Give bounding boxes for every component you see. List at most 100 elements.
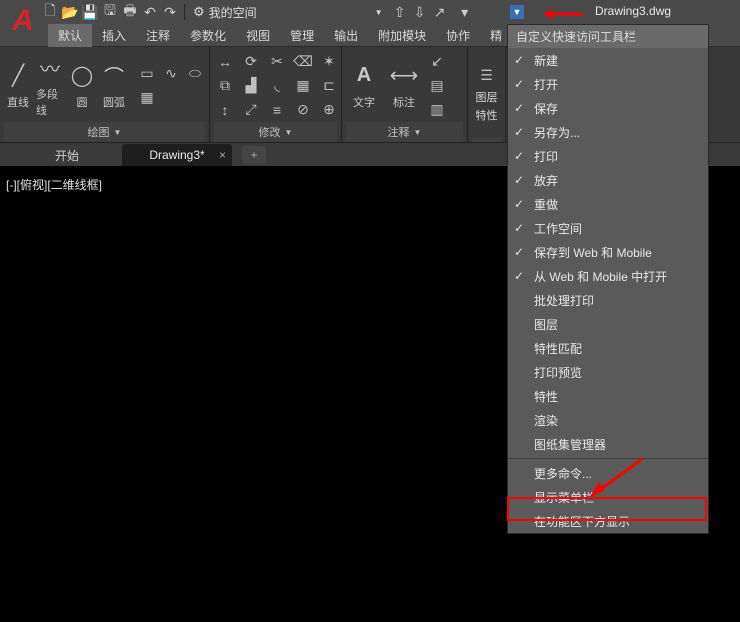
qat-customize-menu: 自定义快速访问工具栏 ✓新建✓打开✓保存✓另存为...✓打印✓放弃✓重做✓工作空… [507,24,709,534]
qat-menu-item-2[interactable]: ✓保存 [508,96,708,120]
qat-customize-button[interactable]: ▼ [510,5,524,19]
align-icon[interactable]: ≡ [266,99,288,121]
divider [184,4,185,20]
new-icon[interactable]: 🗋 [41,3,59,21]
check-icon: ✓ [514,221,524,235]
mirror-icon[interactable]: ▟ [240,75,262,97]
spline-icon[interactable]: ∿ [160,63,182,85]
qat-menu-item-7[interactable]: ✓工作空间 [508,216,708,240]
redo-icon[interactable]: ↷ [161,3,179,21]
field-icon[interactable]: ▥ [426,99,448,121]
line-label: 直线 [7,94,29,110]
qat-menu-item-6[interactable]: ✓重做 [508,192,708,216]
qat-menu-after-2[interactable]: 在功能区下方显示 [508,509,708,533]
menu-item-label: 图纸集管理器 [534,436,606,453]
trim-icon[interactable]: ✂ [266,51,288,73]
leader-icon[interactable]: ↙ [426,51,448,73]
menu-item-label: 渲染 [534,412,558,429]
qat-menu-item-15[interactable]: 渲染 [508,408,708,432]
ribbon-tab-3[interactable]: 参数化 [180,24,236,47]
qat-menu-item-11[interactable]: 图层 [508,312,708,336]
panel-annot-label[interactable]: 注释▼ [346,122,463,142]
erase-icon[interactable]: ⌫ [292,51,314,73]
save-web-icon[interactable]: ⇧ [391,3,409,21]
check-icon: ✓ [514,269,524,283]
fillet-icon[interactable]: ◟ [266,75,288,97]
menu-item-label: 批处理打印 [534,292,594,309]
qat-menu-item-10[interactable]: 批处理打印 [508,288,708,312]
panel-draw-label[interactable]: 绘图▼ [4,122,205,142]
menu-item-label: 从 Web 和 Mobile 中打开 [534,268,667,285]
table-icon[interactable]: ▤ [426,75,448,97]
rotate-icon[interactable]: ⟳ [240,51,262,73]
qat-menu-item-9[interactable]: ✓ 从 Web 和 Mobile 中打开 [508,264,708,288]
move-icon[interactable]: ↔ [214,51,236,73]
gear-icon: ⚙ [193,4,205,20]
hatch-icon[interactable]: ▦ [136,87,158,109]
qat-menu-after-0[interactable]: 更多命令... [508,461,708,485]
qat-menu-item-12[interactable]: 特性匹配 [508,336,708,360]
panel-modify-label[interactable]: 修改▼ [214,122,337,142]
layer-label: 图层 [476,89,498,105]
ribbon-tab-0[interactable]: 默认 [48,24,92,47]
offset-icon[interactable]: ⊏ [318,75,340,97]
circle-label: 圆 [77,94,88,110]
open-icon[interactable]: 📂 [61,3,79,21]
break-icon[interactable]: ⊘ [292,99,314,121]
explode-icon[interactable]: ✶ [318,51,340,73]
ribbon-tab-5[interactable]: 管理 [280,24,324,47]
ribbon-tab-8[interactable]: 协作 [436,24,480,47]
qat-menu-item-16[interactable]: 图纸集管理器 [508,432,708,456]
print-icon[interactable]: 🖶 [121,3,139,21]
line-button[interactable]: ╱直线 [4,50,32,122]
polyline-button[interactable]: 〰多段线 [36,50,64,122]
document-tab-1[interactable]: Drawing3* [122,144,232,166]
document-tab-0[interactable]: 开始 [12,144,122,166]
text-button[interactable]: A文字 [346,50,382,122]
qat-menu-item-3[interactable]: ✓另存为... [508,120,708,144]
ribbon-tab-4[interactable]: 视图 [236,24,280,47]
share-icon[interactable]: ↗ [431,3,449,21]
circle-icon: ◯ [68,62,96,90]
menu-item-label: 另存为... [534,124,580,141]
ellipse-icon[interactable]: ⬭ [184,63,206,85]
ribbon-tab-6[interactable]: 输出 [324,24,368,47]
qat-dropdown-icon[interactable]: ▾ [456,3,474,21]
qat-menu-item-14[interactable]: 特性 [508,384,708,408]
ribbon-tab-1[interactable]: 插入 [92,24,136,47]
dim-button[interactable]: ⟷标注 [386,50,422,122]
qat-menu-item-4[interactable]: ✓打印 [508,144,708,168]
chevron-down-icon: ▼ [285,128,293,137]
array-icon[interactable]: ▦ [292,75,314,97]
app-logo-icon[interactable]: A [4,2,42,40]
new-tab-button[interactable]: + [242,146,266,164]
menu-separator [508,458,708,459]
qat-menu-item-1[interactable]: ✓打开 [508,72,708,96]
circle-button[interactable]: ◯圆 [68,50,96,122]
qat-menu-item-13[interactable]: 打印预览 [508,360,708,384]
qat-menu-item-5[interactable]: ✓放弃 [508,168,708,192]
arc-label: 圆弧 [103,94,125,110]
ribbon-tab-2[interactable]: 注释 [136,24,180,47]
qat-menu-after-1[interactable]: 显示菜单栏 [508,485,708,509]
arc-button[interactable]: ⌒圆弧 [100,50,128,122]
undo-icon[interactable]: ↶ [141,3,159,21]
saveas-icon[interactable]: 🖫 [101,3,119,21]
chevron-down-icon: ▼ [114,128,122,137]
open-web-icon[interactable]: ⇩ [411,3,429,21]
qat-menu-item-8[interactable]: ✓保存到 Web 和 Mobile [508,240,708,264]
workspace-dropdown[interactable]: ⚙ 我的空间 ▼ [193,4,383,21]
menu-item-label: 保存到 Web 和 Mobile [534,244,652,261]
join-icon[interactable]: ⊕ [318,99,340,121]
stretch-icon[interactable]: ↕ [214,99,236,121]
save-icon[interactable]: 💾 [81,3,99,21]
copy-icon[interactable]: ⧉ [214,75,236,97]
title-bar: 🗋 📂 💾 🖫 🖶 ↶ ↷ ⚙ 我的空间 ▼ ⇧ ⇩ ↗ ▾ Drawing3.… [0,0,740,24]
scale-icon[interactable]: ⤢ [240,99,262,121]
qat-menu-item-0[interactable]: ✓新建 [508,48,708,72]
viewport-label[interactable]: [-][俯视][二维线框] [6,176,102,193]
menu-item-label: 更多命令... [534,465,592,482]
ribbon-tab-7[interactable]: 附加模块 [368,24,436,47]
layers-icon[interactable]: ☰ [476,65,498,87]
rect-icon[interactable]: ▭ [136,63,158,85]
